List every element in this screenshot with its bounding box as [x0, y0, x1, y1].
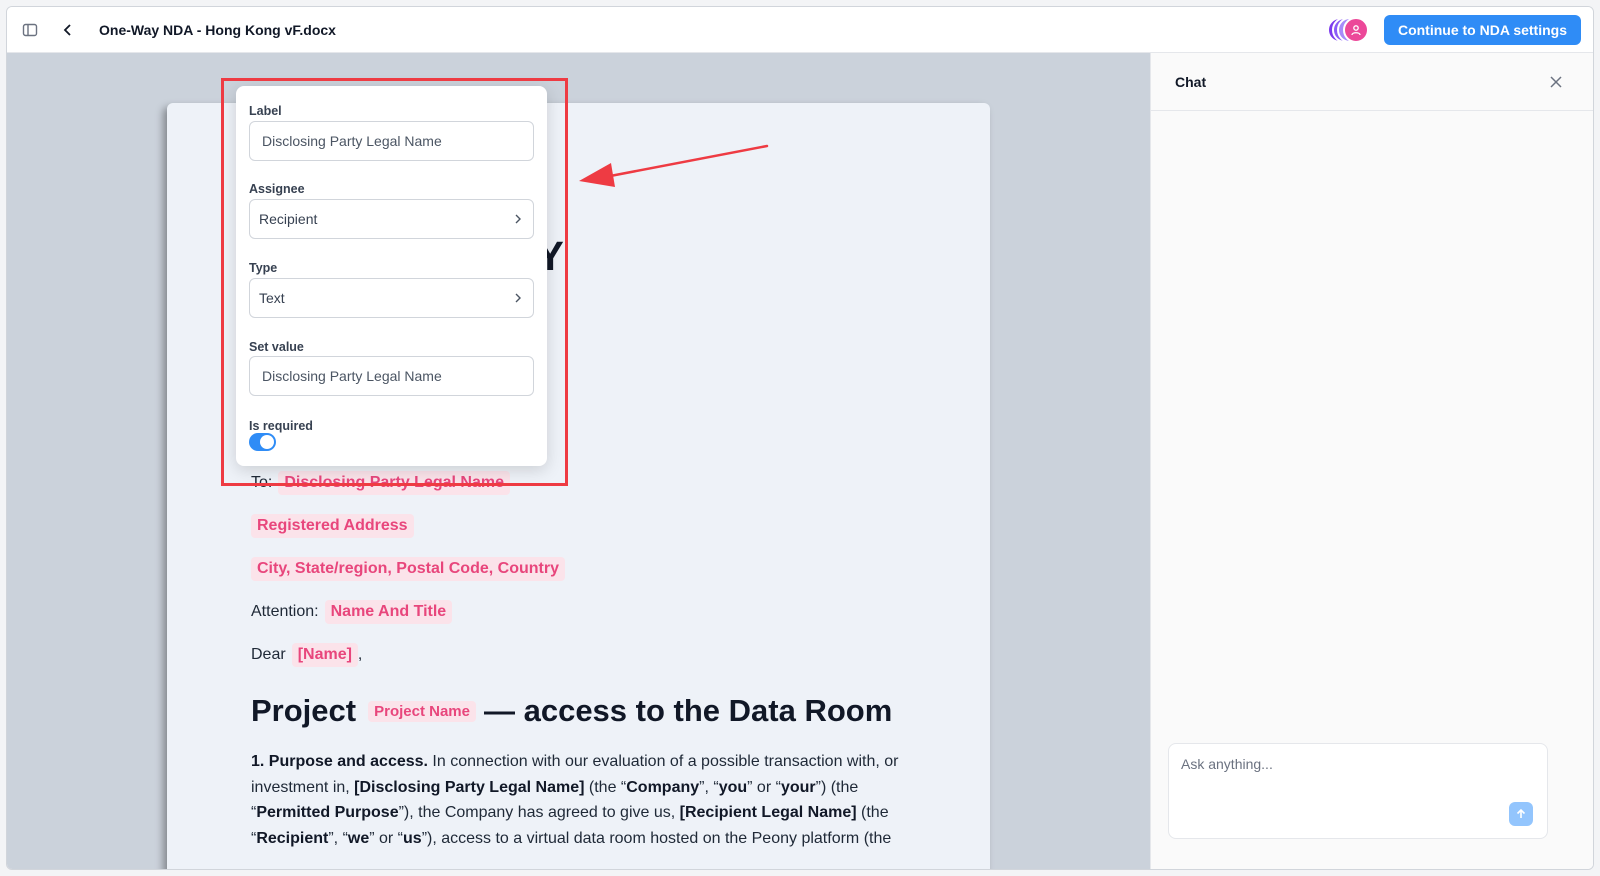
- continue-to-nda-settings-button[interactable]: Continue to NDA settings: [1383, 15, 1581, 45]
- sidebar-toggle-icon[interactable]: [19, 19, 41, 41]
- para-bold: your: [780, 778, 816, 796]
- back-button[interactable]: [57, 19, 79, 41]
- chat-close-button[interactable]: [1545, 71, 1567, 93]
- field-chip-name-and-title[interactable]: Name And Title: [324, 600, 453, 624]
- address-line: Registered Address: [251, 514, 414, 538]
- para-text: ”), the Company has agreed to give us,: [398, 804, 680, 821]
- para-text: ”, “: [699, 778, 719, 796]
- type-select[interactable]: Text: [249, 278, 534, 318]
- field-chip-project-name[interactable]: Project Name: [368, 700, 476, 722]
- top-bar: One-Way NDA - Hong Kong vF.docx Continue…: [7, 7, 1593, 53]
- para-bold: [Recipient Legal Name]: [679, 804, 857, 821]
- arrow-up-icon: [1516, 808, 1526, 818]
- para-text: (the “: [584, 778, 627, 796]
- assignee-value: Recipient: [259, 211, 318, 227]
- chat-input[interactable]: [1181, 756, 1521, 772]
- toggle-knob: [260, 435, 274, 449]
- chat-header: Chat: [1151, 53, 1593, 111]
- field-chip-registered-address[interactable]: Registered Address: [251, 514, 414, 538]
- field-chip-city[interactable]: City, State/region, Postal Code, Country: [251, 557, 565, 581]
- is-required-toggle[interactable]: [249, 433, 276, 451]
- para-bold: you: [718, 778, 748, 796]
- close-icon: [1550, 76, 1562, 88]
- set-value-input[interactable]: [249, 356, 534, 396]
- dear-label: Dear: [251, 646, 286, 663]
- para-text: ”), access to a virtual data room hosted…: [421, 829, 892, 847]
- dear-line: Dear [Name] ,: [251, 643, 362, 667]
- app-window: One-Way NDA - Hong Kong vF.docx Continue…: [6, 6, 1594, 870]
- para-text: ”, “: [328, 829, 348, 847]
- avatar: [1343, 17, 1369, 43]
- is-required-title: Is required: [249, 419, 313, 433]
- para-text: ” or “: [369, 829, 404, 847]
- label-input[interactable]: [249, 121, 534, 161]
- purpose-paragraph: 1. Purpose and access. In connection wit…: [251, 749, 921, 851]
- chevron-left-icon: [63, 23, 71, 36]
- user-icon: [1351, 25, 1361, 36]
- collaborator-avatars[interactable]: [1327, 17, 1377, 43]
- type-value: Text: [259, 290, 285, 306]
- to-label: To:: [251, 474, 273, 491]
- dear-suffix: ,: [357, 646, 363, 663]
- para-bold: 1. Purpose and access.: [251, 753, 428, 770]
- field-chip-disclosing-party[interactable]: Disclosing Party Legal Name: [278, 471, 510, 495]
- para-bold: Recipient: [256, 829, 329, 847]
- para-bold: Permitted Purpose: [256, 804, 399, 821]
- type-field-title: Type: [249, 261, 278, 275]
- label-field-title: Label: [249, 104, 282, 118]
- field-settings-popover: Label Assignee Recipient Type Text Set v…: [236, 86, 547, 466]
- field-chip-name[interactable]: [Name]: [291, 643, 358, 667]
- chat-title: Chat: [1175, 73, 1207, 90]
- para-bold: we: [347, 829, 370, 847]
- to-line: To: Disclosing Party Legal Name: [251, 471, 510, 495]
- chat-compose-box: [1168, 743, 1548, 839]
- document-title: One-Way NDA - Hong Kong vF.docx: [99, 21, 336, 38]
- attention-line: Attention: Name And Title: [251, 600, 453, 624]
- document-canvas[interactable]: LITY G To: Disclosing Party Legal Name R…: [7, 53, 1150, 869]
- chevron-right-icon: [515, 214, 521, 224]
- chevron-right-icon: [515, 293, 521, 303]
- heading-suffix: — access to the Data Room: [483, 693, 893, 728]
- project-heading: Project Project Name — access to the Dat…: [251, 693, 892, 729]
- assignee-field-title: Assignee: [249, 182, 305, 196]
- attention-label: Attention:: [251, 603, 319, 620]
- para-bold: Company: [626, 778, 700, 796]
- annotation-arrow-icon: [579, 144, 769, 187]
- heading-prefix: Project: [251, 693, 357, 728]
- set-value-field-title: Set value: [249, 340, 304, 354]
- send-button[interactable]: [1509, 802, 1533, 826]
- chat-panel: Chat: [1150, 53, 1593, 869]
- city-line: City, State/region, Postal Code, Country: [251, 557, 565, 581]
- assignee-select[interactable]: Recipient: [249, 199, 534, 239]
- para-bold: us: [403, 829, 422, 847]
- para-text: ” or “: [747, 778, 781, 796]
- para-bold: [Disclosing Party Legal Name]: [354, 778, 585, 796]
